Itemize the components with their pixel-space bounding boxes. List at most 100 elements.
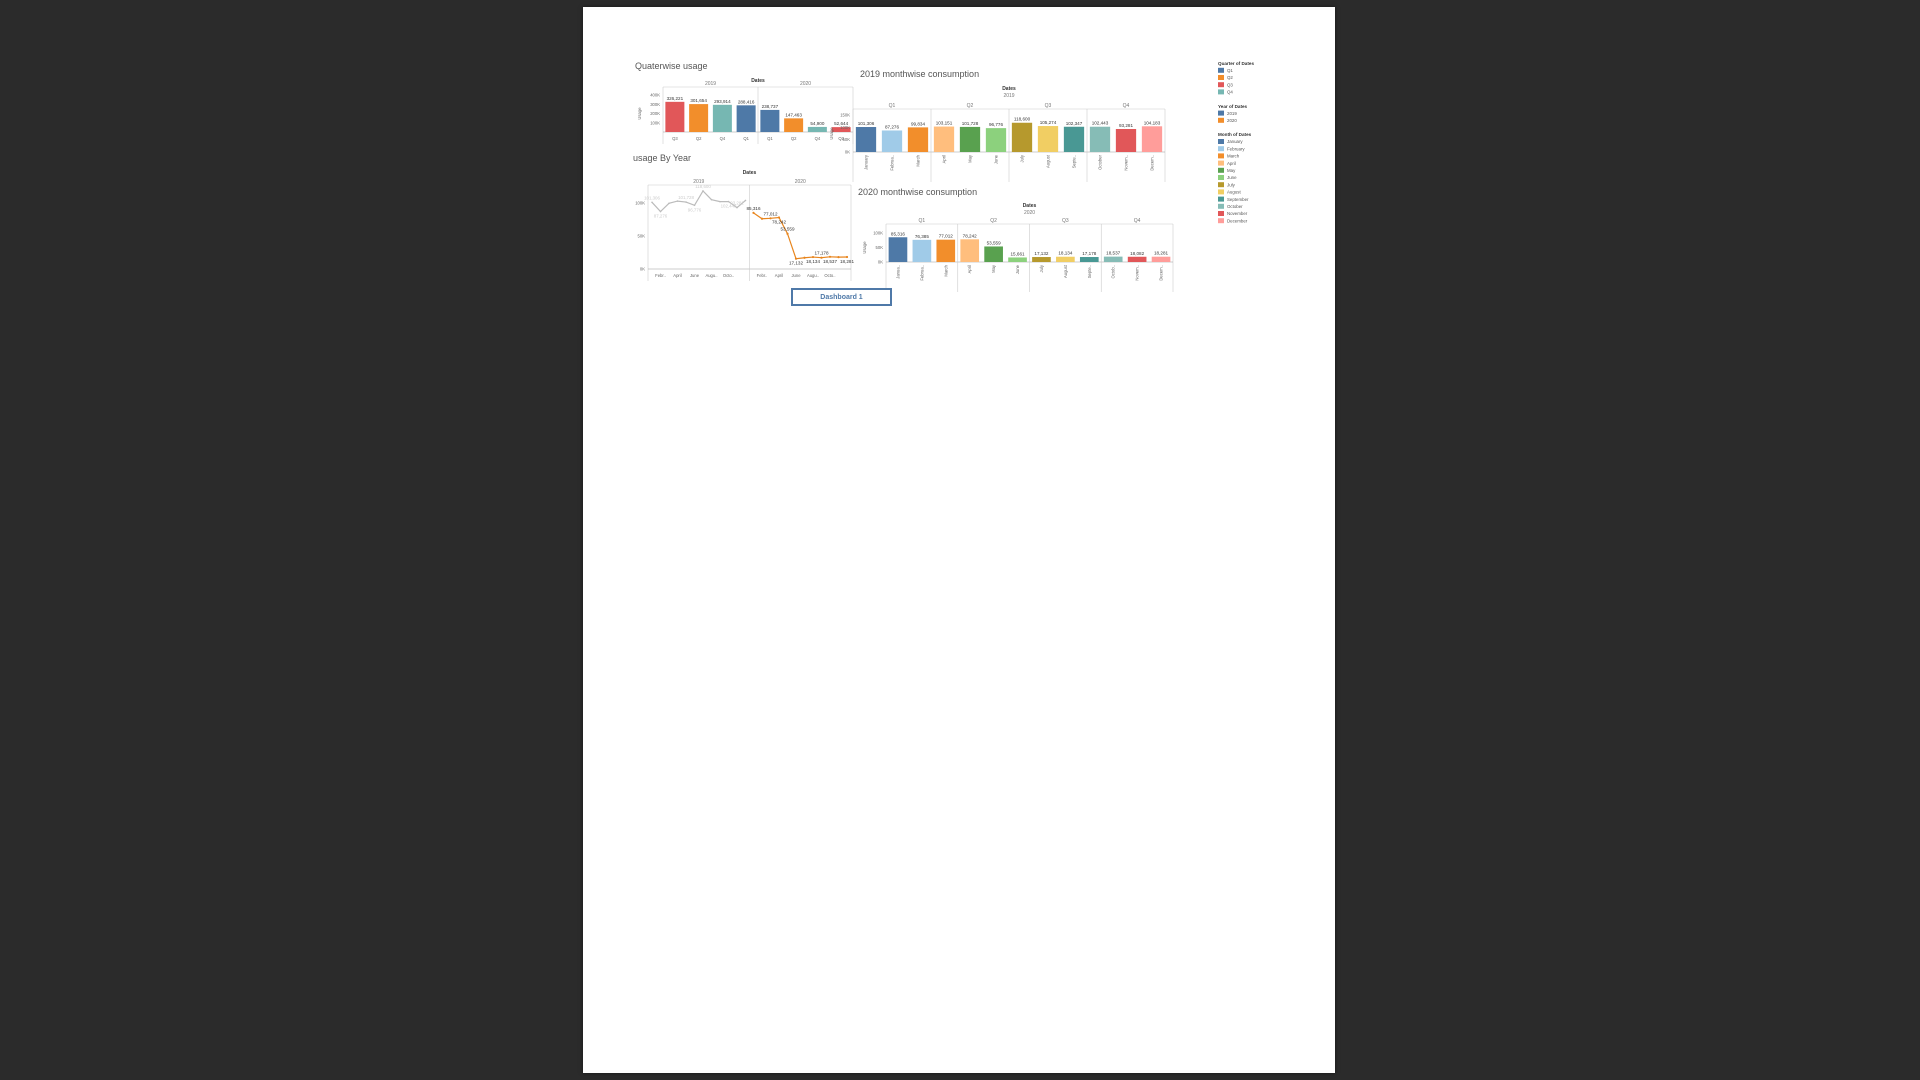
bar[interactable] [1115, 128, 1137, 152]
data-point[interactable] [702, 190, 704, 192]
x-tick-label: June [1015, 264, 1020, 274]
data-point[interactable] [693, 204, 696, 207]
x-tick-label: Q4 [720, 136, 726, 141]
legend-swatch [1218, 189, 1224, 195]
data-label: 118,600 [695, 184, 711, 189]
data-point[interactable] [837, 255, 840, 259]
data-label: 17,132 [1034, 251, 1048, 256]
legend-item-label: Q4 [1227, 90, 1233, 95]
data-point[interactable] [668, 202, 670, 205]
bar[interactable] [712, 104, 732, 132]
bar[interactable] [1037, 126, 1059, 152]
data-label: 93,281 [730, 201, 744, 206]
data-point[interactable] [811, 255, 815, 259]
data-point[interactable] [685, 201, 687, 203]
data-point[interactable] [828, 255, 832, 258]
bar[interactable] [689, 104, 709, 132]
x-tick-label: October [1098, 154, 1103, 170]
bar[interactable] [984, 246, 1003, 262]
legend-item-label: January [1227, 139, 1243, 144]
bar[interactable] [960, 239, 980, 262]
bar[interactable] [1141, 126, 1163, 152]
data-label: 87,276 [654, 214, 668, 219]
bar[interactable] [1079, 257, 1099, 262]
quarter-header: Q2 [967, 103, 974, 109]
bar[interactable] [784, 118, 804, 132]
legend-swatch [1218, 139, 1224, 144]
data-point[interactable] [736, 206, 738, 209]
data-label: 326,221 [667, 96, 684, 101]
bar[interactable] [1103, 256, 1123, 262]
data-point[interactable] [651, 201, 653, 204]
data-point[interactable] [659, 210, 662, 213]
year-header: 2020 [800, 81, 811, 87]
y-tick-label: 50K [638, 234, 646, 239]
bar[interactable] [1032, 257, 1051, 262]
bar[interactable] [888, 237, 908, 262]
bar[interactable] [1011, 122, 1033, 152]
legend-swatch [1218, 67, 1224, 73]
data-point[interactable] [676, 200, 679, 202]
bar[interactable] [1089, 126, 1111, 152]
x-tick-label: May [991, 264, 996, 273]
x-tick-label: Octo.. [824, 273, 835, 278]
bar[interactable] [855, 127, 877, 152]
bar[interactable] [933, 126, 955, 152]
bar[interactable] [1056, 256, 1075, 262]
legend-swatch [1218, 182, 1224, 188]
x-tick-label: April [673, 273, 681, 278]
data-point[interactable] [845, 255, 849, 259]
bar[interactable] [736, 105, 756, 132]
x-tick-label: Q1 [743, 136, 749, 141]
data-point[interactable] [786, 232, 789, 235]
data-label: 18,537 [823, 259, 837, 264]
bar[interactable] [1008, 257, 1027, 262]
bar[interactable] [1127, 256, 1147, 262]
dashboard-1-tab[interactable]: Dashboard 1 [791, 288, 892, 306]
x-tick-label: April [775, 273, 783, 278]
data-point[interactable] [752, 211, 755, 214]
data-label: 18,281 [1154, 251, 1168, 256]
bar[interactable] [665, 101, 685, 132]
data-point[interactable] [794, 257, 798, 260]
legend-swatch [1218, 218, 1224, 224]
bar[interactable] [907, 127, 929, 152]
legend-item-label: July [1227, 182, 1236, 187]
bar[interactable] [1063, 126, 1085, 152]
bar[interactable] [807, 126, 827, 132]
quarter-header: Q3 [1045, 103, 1052, 109]
x-tick-label: August [1063, 264, 1068, 278]
data-label: 53,559 [987, 240, 1001, 245]
data-point[interactable] [760, 217, 764, 220]
data-point[interactable] [710, 198, 713, 201]
legend-item-label: October [1227, 204, 1243, 209]
bar[interactable] [985, 128, 1007, 152]
legend-item-label: December [1227, 218, 1248, 223]
data-label: 101,306 [644, 195, 660, 200]
series-line[interactable] [753, 212, 848, 260]
bar[interactable] [912, 239, 932, 262]
data-label: 18,281 [840, 259, 854, 264]
data-point[interactable] [719, 200, 721, 203]
legend-swatch [1218, 110, 1224, 116]
data-point[interactable] [727, 200, 730, 203]
bar[interactable] [881, 130, 903, 152]
legend-item-label: February [1227, 146, 1245, 151]
bar[interactable] [936, 239, 956, 262]
data-label: 101,306 [858, 121, 875, 126]
chart-title: 2019 monthwise consumption [860, 69, 979, 79]
x-tick-label: Q3 [672, 136, 678, 141]
x-tick-label: April [942, 155, 947, 163]
data-label: 78,242 [772, 219, 786, 224]
y-tick-label: 200K [650, 111, 660, 116]
data-point[interactable] [744, 199, 747, 202]
bar[interactable] [959, 126, 981, 152]
x-tick-label: June [994, 154, 999, 164]
x-tick-label: January [864, 154, 869, 170]
legend-swatch [1218, 211, 1224, 216]
bar[interactable] [1151, 256, 1171, 262]
data-label: 288,416 [738, 99, 755, 104]
legend-swatch [1218, 89, 1224, 95]
bar[interactable] [760, 109, 780, 132]
data-point[interactable] [777, 216, 781, 219]
